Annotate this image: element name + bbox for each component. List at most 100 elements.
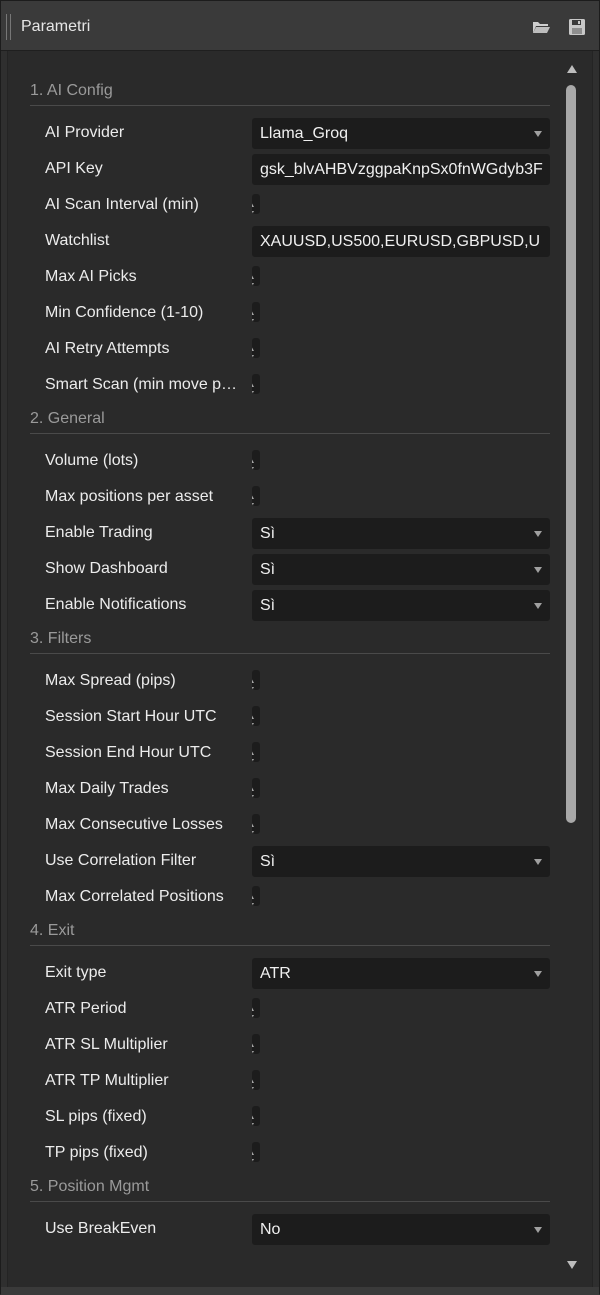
spin-down-icon[interactable] [252,759,254,762]
parameter-number-input[interactable]: 20 [252,778,260,798]
spin-down-icon[interactable] [252,1123,254,1126]
parameter-number-input[interactable]: 15 [252,1106,260,1126]
spinner-arrows-icon[interactable] [252,676,254,690]
parameter-number-input[interactable]: 3 [252,670,260,690]
spin-up-icon[interactable] [252,820,254,827]
spin-up-icon[interactable] [252,1112,254,1119]
spin-down-icon[interactable] [252,795,254,798]
spin-up-icon[interactable] [252,748,254,755]
chevron-down-icon[interactable] [534,859,542,865]
parameter-row: Max positions per asset 1 [8,480,558,516]
parameter-number-input[interactable]: 25 [252,1142,260,1162]
spinner-arrows-icon[interactable] [252,272,254,286]
spin-down-icon[interactable] [252,687,254,690]
parameter-dropdown[interactable]: ATR [252,958,550,989]
parameter-number-input[interactable]: 0.01 [252,450,260,470]
section-title: 1. AI Config [30,82,113,99]
parameter-number-input[interactable]: 17 [252,742,260,762]
spin-down-icon[interactable] [252,355,254,358]
spin-up-icon[interactable] [252,1004,254,1011]
chevron-down-icon[interactable] [534,971,542,977]
parameter-number-input[interactable]: 2 [252,266,260,286]
spinner-arrows-icon[interactable] [252,1076,254,1090]
spin-up-icon[interactable] [252,1040,254,1047]
spin-down-icon[interactable] [252,319,254,322]
spin-up-icon[interactable] [252,492,254,499]
spin-up-icon[interactable] [252,308,254,315]
spin-down-icon[interactable] [252,903,254,906]
parameter-number-input[interactable]: 5 [252,194,260,214]
spin-down-icon[interactable] [252,283,254,286]
spinner-arrows-icon[interactable] [252,344,254,358]
spinner-arrows-icon[interactable] [252,892,254,906]
spin-down-icon[interactable] [252,391,254,394]
spin-down-icon[interactable] [252,1015,254,1018]
parameter-dropdown[interactable]: No [252,1214,550,1245]
parameter-number-input[interactable]: 3 [252,374,260,394]
spin-up-icon[interactable] [252,712,254,719]
spin-up-icon[interactable] [252,456,254,463]
spin-up-icon[interactable] [252,892,254,899]
spin-up-icon[interactable] [252,676,254,683]
drag-grip-icon[interactable] [6,14,11,40]
spinner-arrows-icon[interactable] [252,200,254,214]
spin-up-icon[interactable] [252,1148,254,1155]
folder-open-icon[interactable] [531,17,551,37]
parameter-dropdown[interactable]: Sì [252,846,550,877]
scroll-up-icon[interactable] [567,65,577,73]
parameter-number-input[interactable]: 2 [252,338,260,358]
scrollbar-thumb[interactable] [566,85,576,823]
spin-up-icon[interactable] [252,380,254,387]
parameter-dropdown[interactable]: Sì [252,590,550,621]
spin-down-icon[interactable] [252,831,254,834]
parameter-number-input[interactable]: 1.2 [252,1034,260,1054]
spin-up-icon[interactable] [252,344,254,351]
spinner-arrows-icon[interactable] [252,712,254,726]
spinner-arrows-icon[interactable] [252,1004,254,1018]
parameter-dropdown[interactable]: Sì [252,554,550,585]
vertical-scrollbar[interactable] [563,61,583,1269]
chevron-down-icon[interactable] [534,603,542,609]
spin-down-icon[interactable] [252,1159,254,1162]
scroll-down-icon[interactable] [567,1261,577,1269]
spinner-arrows-icon[interactable] [252,748,254,762]
spinner-arrows-icon[interactable] [252,456,254,470]
spinner-arrows-icon[interactable] [252,492,254,506]
spinner-arrows-icon[interactable] [252,1040,254,1054]
parameter-number-input[interactable]: 2 [252,886,260,906]
parameter-number-input[interactable]: 14 [252,998,260,1018]
chevron-down-icon[interactable] [534,1227,542,1233]
parameter-text-input[interactable]: gsk_blvAHBVzggpaKnpSx0fnWGdyb3F [252,154,550,185]
parameter-dropdown[interactable]: Llama_Groq [252,118,550,149]
parameter-number-input[interactable]: 7 [252,706,260,726]
parameter-dropdown[interactable]: Sì [252,518,550,549]
spinner-arrows-icon[interactable] [252,1148,254,1162]
spinner-arrows-icon[interactable] [252,820,254,834]
spin-up-icon[interactable] [252,272,254,279]
spinner-arrows-icon[interactable] [252,380,254,394]
save-icon[interactable] [567,17,587,37]
spin-down-icon[interactable] [252,723,254,726]
chevron-down-icon[interactable] [534,131,542,137]
spinner-arrows-icon[interactable] [252,308,254,322]
spinner-arrows-icon[interactable] [252,1112,254,1126]
parameter-number-input[interactable]: 7 [252,302,260,322]
spin-down-icon[interactable] [252,211,254,214]
section-header: 1. AI Config [30,76,550,106]
parameter-label: Max Spread (pips) [45,672,176,689]
parameter-number-input[interactable]: 4 [252,814,260,834]
parameter-text-input[interactable]: XAUUSD,US500,EURUSD,GBPUSD,U [252,226,550,257]
spin-down-icon[interactable] [252,467,254,470]
parameter-number-input[interactable]: 1.8 [252,1070,260,1090]
spinner-arrows-icon[interactable] [252,784,254,798]
parameter-number-input[interactable]: 1 [252,486,260,506]
chevron-down-icon[interactable] [534,567,542,573]
spin-up-icon[interactable] [252,784,254,791]
parameter-row: AI Retry Attempts 2 [8,332,558,368]
spin-down-icon[interactable] [252,1051,254,1054]
spin-up-icon[interactable] [252,200,254,207]
spin-down-icon[interactable] [252,503,254,506]
spin-down-icon[interactable] [252,1087,254,1090]
chevron-down-icon[interactable] [534,531,542,537]
spin-up-icon[interactable] [252,1076,254,1083]
